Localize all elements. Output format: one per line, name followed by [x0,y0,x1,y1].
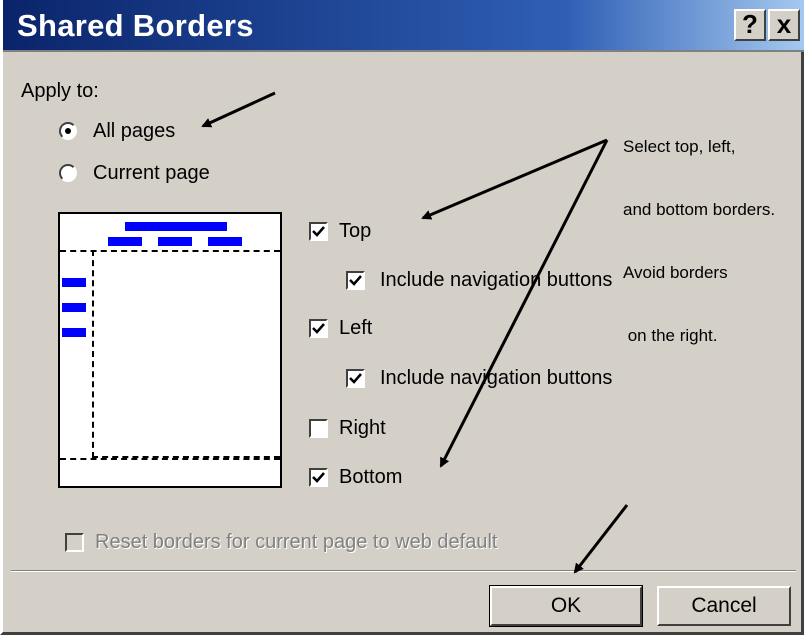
arrow-all-pages [201,91,276,128]
arrow-top [421,138,608,220]
annotation-arrows [201,91,629,574]
arrow-bottom [439,139,609,468]
arrow-ok [573,504,629,574]
shared-borders-dialog: Shared Borders ? x Apply to: All pages C… [0,0,804,635]
